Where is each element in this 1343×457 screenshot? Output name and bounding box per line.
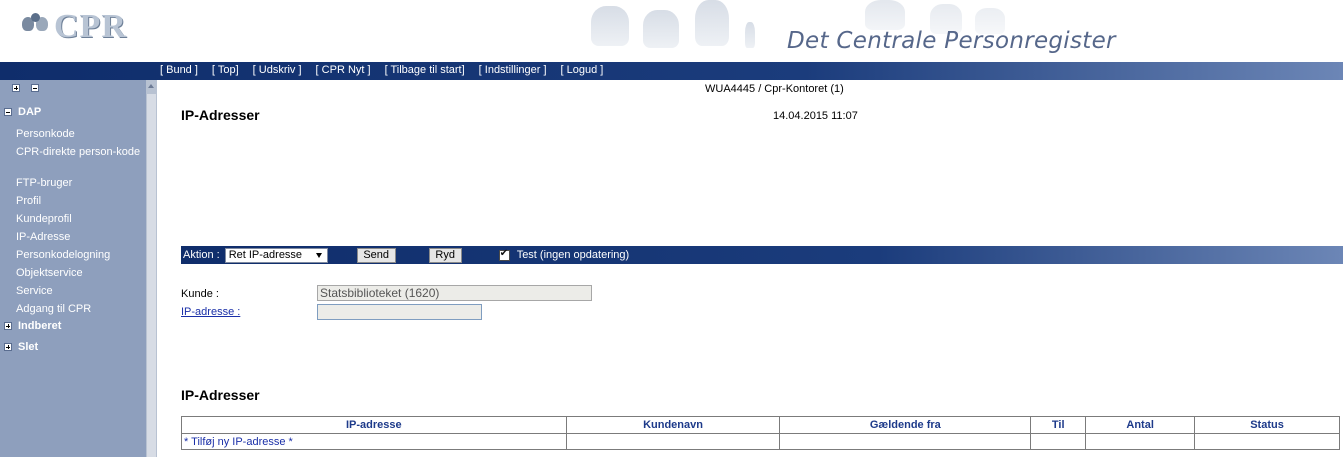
user-info: WUA4445 / Cpr-Kontoret (1) xyxy=(705,83,844,95)
table-cell xyxy=(565,433,781,450)
action-bar: Aktion : Ret IP-adresse Send Ryd Test (i… xyxy=(181,246,1343,264)
sidebar-item-ip-adresse[interactable]: IP-Adresse xyxy=(16,229,144,247)
logo-text: CPR xyxy=(54,8,127,45)
table-cell xyxy=(1085,433,1196,450)
table-row[interactable]: * Tilføj ny IP-adresse * xyxy=(181,433,1340,450)
expand-all-icon[interactable] xyxy=(12,84,20,92)
table-cell xyxy=(1194,433,1340,450)
page-title: IP-Adresser xyxy=(181,107,260,123)
sidebar-item-personkode[interactable]: Personkode xyxy=(16,126,144,144)
add-ip-link[interactable]: * Tilføj ny IP-adresse * xyxy=(181,433,567,450)
sidebar-item-cpr-direkte[interactable]: CPR-direkte person-kode xyxy=(16,144,144,175)
expand-icon[interactable] xyxy=(4,343,12,351)
logo-figures-icon xyxy=(22,13,50,41)
sidebar-item-profil[interactable]: Profil xyxy=(16,193,144,211)
expand-icon[interactable] xyxy=(4,322,12,330)
cpr-logo: CPR xyxy=(22,8,127,46)
kunde-label: Kunde : xyxy=(181,288,219,300)
sidebar-group-dap[interactable]: DAP xyxy=(4,106,41,118)
sidebar-group-label: Indberet xyxy=(18,320,62,332)
sidebar-items: Personkode CPR-direkte person-kode FTP-b… xyxy=(16,126,144,319)
column-header-kundenavn[interactable]: Kundenavn xyxy=(565,416,781,434)
site-title: Det Centrale Personregister xyxy=(787,28,1116,54)
top-nav-bar: [ Bund ] [ Top] [ Udskriv ] [ CPR Nyt ] … xyxy=(0,62,1343,80)
sidebar-group-label: Slet xyxy=(18,341,39,353)
kunde-field: Statsbiblioteket (1620) xyxy=(317,285,592,301)
nav-udskriv-link[interactable]: [ Udskriv ] xyxy=(253,64,302,76)
test-checkbox[interactable] xyxy=(498,248,510,261)
aktion-label: Aktion : xyxy=(183,249,220,261)
collapse-all-icon[interactable] xyxy=(31,84,39,92)
send-button[interactable]: Send xyxy=(356,247,396,263)
ip-adresse-field[interactable] xyxy=(317,304,482,320)
test-label: Test (ingen opdatering) xyxy=(516,249,630,261)
column-header-ip-adresse[interactable]: IP-adresse xyxy=(181,416,567,434)
sidebar-item-kundeprofil[interactable]: Kundeprofil xyxy=(16,211,144,229)
header: CPR Det Centrale Personregister xyxy=(0,0,1343,62)
ip-adresse-link[interactable]: IP-adresse : xyxy=(181,306,240,318)
sidebar-group-slet[interactable]: Slet xyxy=(4,341,38,353)
aktion-select[interactable]: Ret IP-adresse xyxy=(224,247,328,263)
column-header-antal[interactable]: Antal xyxy=(1085,416,1196,434)
sidebar-group-indberet[interactable]: Indberet xyxy=(4,320,61,332)
sidebar-group-label: DAP xyxy=(18,106,42,118)
sidebar-item-objektservice[interactable]: Objektservice xyxy=(16,265,144,283)
scroll-up-arrow-icon[interactable] xyxy=(148,84,154,88)
aktion-select-value: Ret IP-adresse xyxy=(228,248,303,261)
nav-indstillinger-link[interactable]: [ Indstillinger ] xyxy=(479,64,547,76)
sidebar-item-ftp-bruger[interactable]: FTP-bruger xyxy=(16,175,144,193)
main-content: WUA4445 / Cpr-Kontoret (1) IP-Adresser 1… xyxy=(157,80,1343,457)
sidebar-item-adgang-til-cpr[interactable]: Adgang til CPR xyxy=(16,301,144,319)
ryd-button[interactable]: Ryd xyxy=(428,247,462,263)
list-title: IP-Adresser xyxy=(181,387,260,403)
nav-logud-link[interactable]: [ Logud ] xyxy=(561,64,604,76)
table-cell xyxy=(779,433,1032,450)
table-cell xyxy=(1030,433,1087,450)
nav-cpr-nyt-link[interactable]: [ CPR Nyt ] xyxy=(316,64,371,76)
sidebar-item-personkodelogning[interactable]: Personkodelogning xyxy=(16,247,144,265)
datetime: 14.04.2015 11:07 xyxy=(773,110,858,122)
nav-bund-link[interactable]: [ Bund ] xyxy=(160,64,198,76)
table-header-row: IP-adresse Kundenavn Gældende fra Til An… xyxy=(181,416,1340,434)
nav-top-link[interactable]: [ Top] xyxy=(212,64,239,76)
column-header-til[interactable]: Til xyxy=(1030,416,1087,434)
collapse-icon[interactable] xyxy=(4,108,12,116)
sidebar: DAP Personkode CPR-direkte person-kode F… xyxy=(0,80,157,457)
sidebar-item-service[interactable]: Service xyxy=(16,283,144,301)
scrollbar-thumb[interactable] xyxy=(147,94,156,457)
column-header-gaeldende-fra[interactable]: Gældende fra xyxy=(779,416,1032,434)
dropdown-arrow-icon xyxy=(315,252,322,258)
ip-table: IP-adresse Kundenavn Gældende fra Til An… xyxy=(181,416,1340,450)
sidebar-scrollbar[interactable] xyxy=(146,80,157,457)
nav-tilbage-link[interactable]: [ Tilbage til start] xyxy=(385,64,465,76)
column-header-status[interactable]: Status xyxy=(1194,416,1340,434)
